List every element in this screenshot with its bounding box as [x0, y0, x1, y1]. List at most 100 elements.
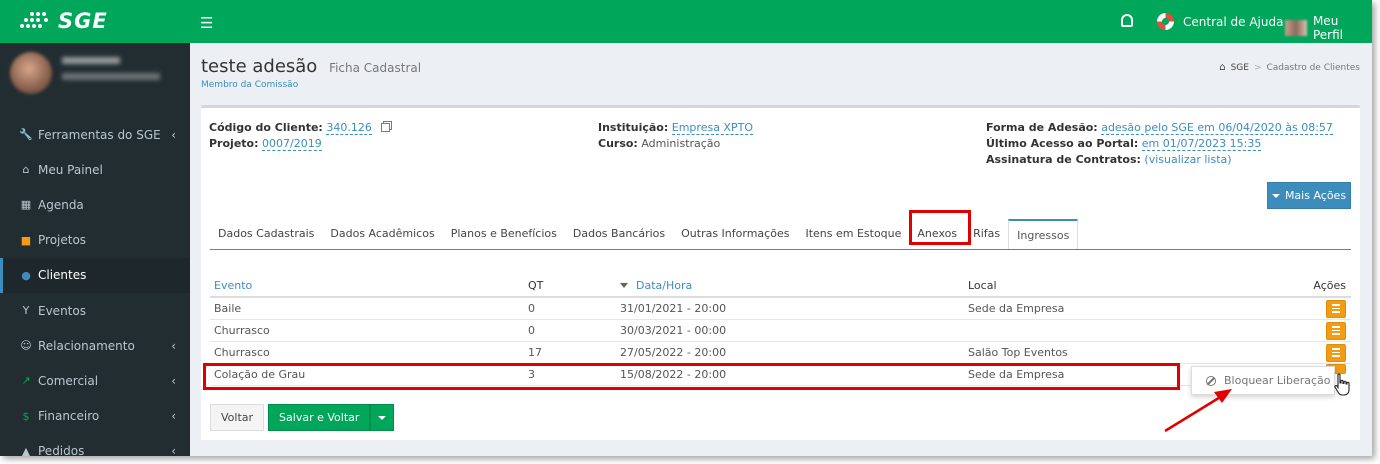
page-title: teste adesão Ficha Cadastral	[201, 56, 421, 77]
table-body: Baile 0 31/01/2021 - 20:00 Sede da Empresa C…	[210, 298, 1351, 386]
user-panel	[0, 43, 190, 115]
table-row[interactable]: Churrasco 17 27/05/2022 - 20:00 Salão Top E…	[210, 342, 1351, 364]
app-window: SGE ☰ Central de Ajuda Meu Perfil 🔧 Ferra…	[0, 0, 1372, 456]
sidebar-item-ferramentas-do-sge[interactable]: 🔧 Ferramentas do SGE ‹	[0, 117, 190, 152]
smile-icon: ☺	[20, 339, 32, 353]
folder-icon: ■	[20, 233, 32, 247]
row-actions-dropdown[interactable]: Bloquear Liberação	[1191, 366, 1335, 395]
tab-anexos[interactable]: Anexos	[909, 219, 965, 249]
sidebar-item-meu-painel[interactable]: ⌂ Meu Painel	[0, 152, 190, 187]
home-icon: ⌂	[1219, 62, 1226, 73]
avatar	[10, 52, 52, 94]
sidebar-item-label: Ferramentas do SGE	[38, 127, 161, 142]
cell-evento: Churrasco	[214, 346, 270, 359]
back-button[interactable]: Voltar	[210, 404, 265, 431]
ban-icon	[1206, 375, 1216, 386]
header-evento[interactable]: Evento	[214, 274, 252, 296]
calendar-icon: ▦	[20, 198, 32, 212]
row-actions-button[interactable]	[1326, 299, 1346, 318]
wrench-icon: 🔧	[19, 128, 33, 141]
sidebar-item-label: Clientes	[38, 268, 87, 283]
form-actions: Voltar Salvar e Voltar	[210, 404, 395, 431]
table-row[interactable]: Churrasco 0 30/03/2021 - 00:00	[210, 320, 1351, 342]
tab-planos-e-benefícios[interactable]: Planos e Benefícios	[443, 219, 565, 249]
sidebar: 🔧 Ferramentas do SGE ‹ ⌂ Meu Painel ▦ Agenda ■ P…	[0, 43, 190, 456]
sidebar-item-financeiro[interactable]: $ Financeiro ‹	[0, 399, 190, 434]
sidebar-item-comercial[interactable]: ↗ Comercial ‹	[0, 363, 190, 398]
info-column-middle: Instituição: Empresa XPTO Curso: Adminis…	[598, 120, 753, 152]
cell-local: Sede da Empresa	[968, 302, 1065, 315]
sidebar-item-agenda[interactable]: ▦ Agenda	[0, 187, 190, 222]
chevron-left-icon: ‹	[171, 338, 176, 353]
instituicao-value[interactable]: Empresa XPTO	[671, 121, 753, 135]
sge-logo[interactable]: SGE	[18, 9, 108, 33]
row-actions-button[interactable]	[1326, 321, 1346, 340]
more-actions-button[interactable]: Mais Ações	[1267, 182, 1351, 209]
save-button-group: Salvar e Voltar	[268, 404, 395, 431]
block-release-option[interactable]: Bloquear Liberação	[1224, 374, 1331, 387]
cell-qt: 0	[528, 324, 535, 337]
member-tag: Membro da Comissão	[201, 80, 299, 90]
tab-dados-bancários[interactable]: Dados Bancários	[565, 219, 673, 249]
forma-adesao-value[interactable]: adesão pelo SGE em 06/04/2020 às 08:57	[1101, 121, 1333, 135]
user-icon: ●	[21, 268, 31, 282]
tickets-table: Evento QT Data/Hora Local Ações Baile 0 31…	[210, 274, 1351, 386]
bell-icon	[1121, 14, 1133, 27]
header-data-hora[interactable]: Data/Hora	[620, 274, 692, 296]
tab-dados-acadêmicos[interactable]: Dados Acadêmicos	[322, 219, 442, 249]
chevron-left-icon: ‹	[171, 409, 176, 424]
tab-rifas[interactable]: Rifas	[965, 219, 1008, 249]
save-and-back-button[interactable]: Salvar e Voltar	[268, 404, 371, 431]
curso-label: Curso:	[598, 137, 638, 150]
save-options-toggle[interactable]	[370, 404, 395, 431]
help-center-label: Central de Ajuda	[1183, 14, 1284, 29]
profile-label: Meu Perfil	[1312, 14, 1343, 42]
notifications-button[interactable]	[1121, 14, 1133, 27]
brand-name: SGE	[58, 9, 108, 33]
chevron-left-icon: ‹	[171, 444, 176, 456]
sidebar-item-label: Comercial	[38, 373, 99, 388]
tab-outras-informações[interactable]: Outras Informações	[673, 219, 797, 249]
sidebar-item-label: Eventos	[38, 303, 86, 318]
breadcrumb-item-sge[interactable]: SGE	[1231, 63, 1249, 73]
assinatura-link[interactable]: (visualizar lista)	[1144, 153, 1231, 166]
sidebar-item-projetos[interactable]: ■ Projetos	[0, 223, 190, 258]
row-actions-button[interactable]	[1326, 343, 1346, 362]
breadcrumb-separator: >	[1253, 62, 1262, 73]
sidebar-item-label: Projetos	[38, 233, 87, 248]
cell-qt: 0	[528, 302, 535, 315]
profile-avatar	[1285, 20, 1307, 36]
sidebar-item-clientes[interactable]: ● Clientes	[0, 257, 190, 293]
codigo-value[interactable]: 340.126	[326, 121, 372, 135]
chevron-left-icon: ‹	[171, 373, 176, 388]
cell-data: 30/03/2021 - 00:00	[620, 324, 727, 337]
tab-dados-cadastrais[interactable]: Dados Cadastrais	[210, 219, 322, 249]
funnel-icon: Y	[22, 304, 30, 317]
table-row[interactable]: Colação de Grau 3 15/08/2022 - 20:00 Sede d…	[210, 363, 1351, 386]
header-data-label: Data/Hora	[636, 278, 693, 292]
sidebar-item-eventos[interactable]: Y Eventos	[0, 293, 190, 328]
help-center-link[interactable]: Central de Ajuda	[1157, 13, 1283, 30]
sidebar-item-pedidos[interactable]: ▲ Pedidos ‹	[0, 434, 190, 456]
projeto-value[interactable]: 0007/2019	[262, 137, 322, 151]
sidebar-item-relacionamento[interactable]: ☺ Relacionamento ‹	[0, 328, 190, 363]
page-title-text: teste adesão	[201, 56, 318, 77]
copy-icon[interactable]	[381, 123, 391, 132]
tab-itens-em-estoque[interactable]: Itens em Estoque	[797, 219, 909, 249]
forma-adesao-label: Forma de Adesão:	[986, 121, 1098, 134]
cell-evento: Churrasco	[214, 324, 270, 337]
ultimo-acesso-value[interactable]: em 01/07/2023 15:35	[1141, 137, 1262, 151]
profile-link[interactable]: Meu Perfil	[1285, 14, 1372, 42]
sidebar-item-label: Meu Painel	[38, 162, 103, 177]
sidebar-item-label: Relacionamento	[38, 338, 135, 353]
table-row[interactable]: Baile 0 31/01/2021 - 20:00 Sede da Empresa	[210, 298, 1351, 320]
cell-acoes	[1326, 320, 1346, 341]
cell-data: 31/01/2021 - 20:00	[620, 302, 727, 315]
tab-ingressos[interactable]: Ingressos	[1008, 219, 1079, 249]
cell-evento: Baile	[214, 302, 242, 315]
sidebar-toggle-icon[interactable]: ☰	[200, 14, 213, 32]
header-local: Local	[968, 278, 997, 292]
curso-value: Administração	[641, 137, 721, 150]
sidebar-item-label: Pedidos	[38, 444, 85, 456]
blurred-user-role	[62, 73, 160, 80]
